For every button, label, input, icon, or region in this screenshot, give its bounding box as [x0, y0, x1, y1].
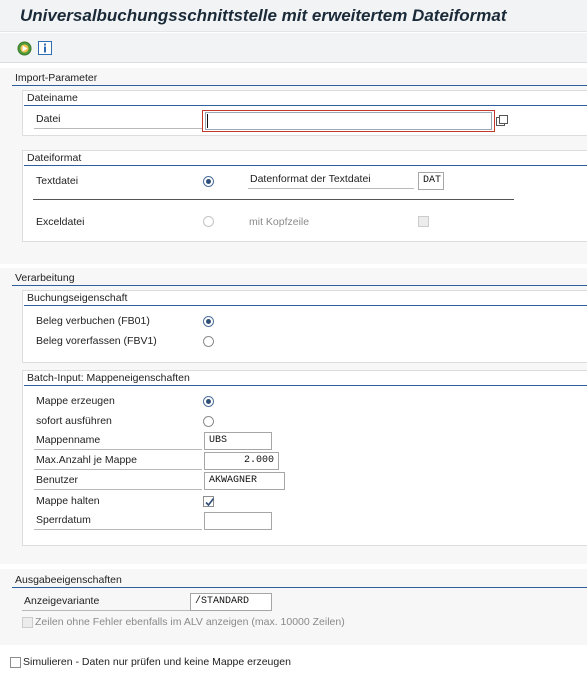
- mappe-erzeugen-label: Mappe erzeugen: [36, 395, 115, 407]
- mappe-erzeugen-radio[interactable]: [203, 396, 214, 407]
- checkmark-icon: [205, 498, 215, 507]
- exceldatei-label: Exceldatei: [36, 216, 85, 228]
- zeilen-ohne-fehler-checkbox[interactable]: [22, 617, 33, 628]
- textdatei-radio[interactable]: [203, 176, 214, 187]
- simulieren-checkbox[interactable]: [10, 657, 21, 668]
- benutzer-input[interactable]: AKWAGNER: [204, 472, 285, 490]
- dateiformat-header: Dateiformat: [24, 152, 587, 166]
- textdatei-label: Textdatei: [36, 175, 79, 187]
- buchung-header: Buchungseigenschaft: [24, 292, 587, 306]
- sperrdatum-input[interactable]: [204, 512, 272, 530]
- page-title: Universalbuchungsschnittstelle mit erwei…: [20, 6, 507, 25]
- dateiname-header: Dateiname: [24, 92, 587, 106]
- mappenname-label: Mappenname: [34, 433, 202, 450]
- ausgabe-header: Ausgabeeigenschaften: [12, 574, 587, 588]
- execute-icon[interactable]: [16, 40, 32, 56]
- value-help-icon: [496, 115, 508, 126]
- beleg-verbuchen-label: Beleg verbuchen (FB01): [36, 315, 150, 327]
- datei-input[interactable]: [205, 112, 492, 130]
- kopfzeile-label: mit Kopfzeile: [249, 216, 310, 228]
- application-toolbar: [0, 33, 587, 63]
- info-icon[interactable]: [37, 40, 53, 56]
- max-anzahl-input[interactable]: 2.000: [204, 452, 279, 470]
- verarbeitung-header: Verarbeitung: [12, 272, 587, 286]
- beleg-vorerfassen-radio[interactable]: [203, 336, 214, 347]
- datenformat-input[interactable]: DAT: [418, 172, 444, 190]
- benutzer-label: Benutzer: [34, 473, 202, 490]
- zeilen-ohne-fehler-label: Zeilen ohne Fehler ebenfalls im ALV anze…: [35, 616, 345, 628]
- import-parameter-header: Import-Parameter: [12, 72, 587, 86]
- sperrdatum-label: Sperrdatum: [34, 513, 202, 530]
- mappenname-input[interactable]: UBS: [204, 432, 272, 450]
- sofort-ausfuehren-label: sofort ausführen: [36, 415, 112, 427]
- anzeigevariante-input[interactable]: /STANDARD: [190, 593, 272, 611]
- beleg-vorerfassen-label: Beleg vorerfassen (FBV1): [36, 335, 157, 347]
- beleg-verbuchen-radio[interactable]: [203, 316, 214, 327]
- anzeigevariante-label: Anzeigevariante: [22, 594, 190, 611]
- mappe-halten-checkbox[interactable]: [203, 496, 215, 507]
- text-cursor: [207, 114, 208, 128]
- sofort-ausfuehren-radio[interactable]: [203, 416, 214, 427]
- datenformat-label: Datenformat der Textdatei: [248, 172, 414, 189]
- title-bar: Universalbuchungsschnittstelle mit erwei…: [0, 0, 587, 32]
- kopfzeile-checkbox[interactable]: [418, 216, 429, 227]
- value-help-button[interactable]: [494, 112, 510, 130]
- exceldatei-radio[interactable]: [203, 216, 214, 227]
- datei-label: Datei: [34, 112, 202, 129]
- simulieren-label: Simulieren - Daten nur prüfen und keine …: [23, 656, 291, 668]
- batch-input-header: Batch-Input: Mappeneigenschaften: [24, 372, 587, 386]
- dateiformat-separator: [33, 199, 514, 200]
- mappe-halten-label: Mappe halten: [36, 495, 100, 507]
- max-anzahl-label: Max.Anzahl je Mappe: [34, 453, 202, 470]
